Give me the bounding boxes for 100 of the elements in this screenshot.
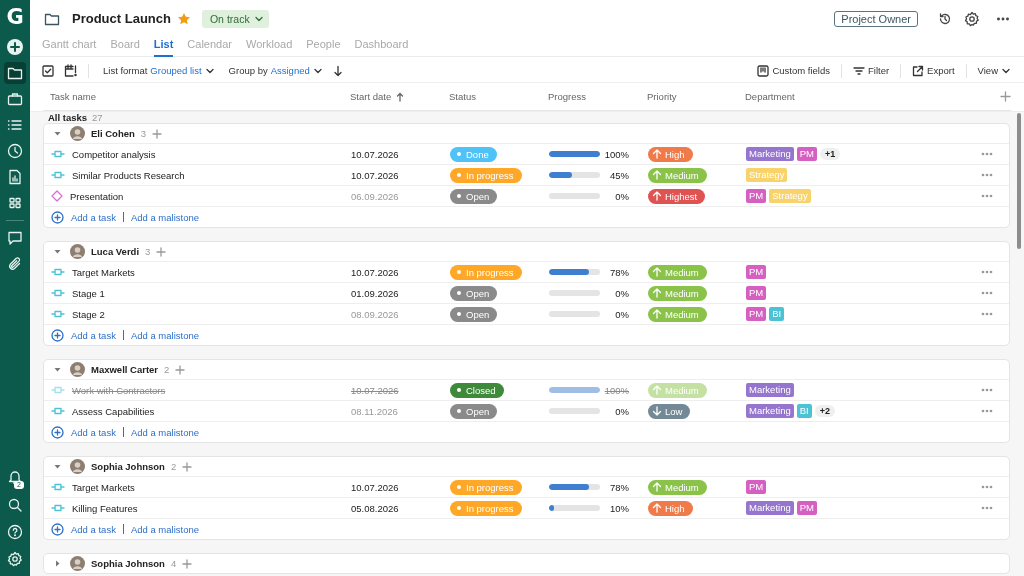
- add-circle-icon[interactable]: [51, 328, 64, 342]
- add-link[interactable]: Add a task: [71, 211, 116, 223]
- app-logo[interactable]: G: [6, 6, 24, 28]
- status-dot: [457, 485, 461, 489]
- task-name[interactable]: Stage 1: [72, 287, 105, 299]
- priority-badge[interactable]: High: [648, 146, 693, 162]
- add-link[interactable]: Add a malistone: [130, 329, 199, 341]
- plus-icon[interactable]: [152, 128, 163, 139]
- progress-percent: 100%: [603, 148, 629, 160]
- task-count: 3: [145, 246, 151, 257]
- history-icon[interactable]: [938, 11, 952, 26]
- star-icon[interactable]: [176, 11, 191, 26]
- row-menu-icon[interactable]: [981, 194, 993, 198]
- add-circle-icon[interactable]: [51, 522, 64, 536]
- progress-percent: 0%: [614, 190, 629, 202]
- view-tab[interactable]: List: [153, 37, 174, 57]
- caret-down-icon[interactable]: [53, 365, 62, 374]
- row-menu-icon[interactable]: [981, 485, 993, 489]
- column-header[interactable]: Priority: [647, 91, 677, 102]
- row-menu-icon[interactable]: [981, 312, 993, 316]
- add-column-icon[interactable]: [1000, 91, 1011, 102]
- status-badge[interactable]: Open: [450, 306, 498, 322]
- column-header[interactable]: Status: [449, 91, 476, 102]
- task-name[interactable]: Stage 2: [72, 308, 105, 320]
- status-label: In progress: [466, 481, 514, 493]
- columns-icon: [757, 64, 770, 77]
- plus-icon[interactable]: [182, 558, 193, 569]
- add-link[interactable]: Add a malistone: [130, 211, 199, 223]
- arrow-down-icon[interactable]: [332, 64, 343, 77]
- caret-down-icon[interactable]: [53, 247, 62, 256]
- start-date: 10.07.2026: [351, 266, 399, 278]
- status-dot: [457, 194, 461, 198]
- start-date: 08.09.2026: [351, 308, 399, 320]
- status-dropdown[interactable]: On track: [201, 9, 269, 28]
- column-header[interactable]: Start date: [350, 91, 392, 102]
- caret-right-icon[interactable]: [53, 559, 62, 568]
- row-menu-icon[interactable]: [981, 291, 993, 295]
- priority-label: High: [665, 502, 685, 514]
- plus-circle-icon[interactable]: [4, 36, 26, 58]
- task-name[interactable]: Target Markets: [72, 481, 135, 493]
- task-name[interactable]: Target Markets: [72, 266, 135, 278]
- task-name[interactable]: Assess Capabilities: [72, 405, 155, 417]
- row-menu-icon[interactable]: [981, 173, 993, 177]
- scrollbar[interactable]: [1017, 113, 1021, 249]
- add-link[interactable]: Add a malistone: [130, 523, 199, 535]
- row-menu-icon[interactable]: [981, 270, 993, 274]
- row-menu-icon[interactable]: [981, 152, 993, 156]
- checkbox-icon[interactable]: [42, 64, 54, 77]
- settings-icon[interactable]: [964, 10, 980, 27]
- status-badge[interactable]: Open: [450, 285, 498, 301]
- row-menu-icon[interactable]: [981, 409, 993, 413]
- add-link[interactable]: Add a task: [71, 329, 116, 341]
- priority-badge[interactable]: Highest: [648, 188, 706, 204]
- plus-icon[interactable]: [175, 364, 186, 375]
- status-badge[interactable]: Open: [450, 403, 498, 419]
- more-count[interactable]: +2: [814, 405, 835, 417]
- role-button[interactable]: Project Owner: [834, 10, 918, 27]
- progress-percent: 78%: [609, 481, 629, 493]
- row-menu-icon[interactable]: [981, 506, 993, 510]
- column-header[interactable]: Task name: [50, 91, 96, 102]
- task-name[interactable]: Killing Features: [72, 502, 138, 514]
- task-name[interactable]: Presentation: [70, 190, 124, 202]
- task-name[interactable]: Work with Contractors: [72, 384, 166, 396]
- priority-label: Low: [665, 405, 683, 417]
- arrow-up-icon: [652, 385, 662, 395]
- view-button[interactable]: View: [976, 65, 1012, 76]
- export-button[interactable]: Export: [911, 64, 956, 77]
- status-badge[interactable]: Open: [450, 188, 498, 204]
- task-name[interactable]: Similar Products Research: [72, 169, 185, 181]
- caret-down-icon[interactable]: [53, 129, 62, 138]
- priority-badge[interactable]: Low: [648, 403, 691, 419]
- more-count[interactable]: +1: [819, 148, 841, 160]
- add-circle-icon[interactable]: [51, 210, 64, 224]
- caret-down-icon[interactable]: [53, 462, 62, 471]
- add-circle-icon[interactable]: [51, 425, 64, 439]
- column-header[interactable]: Progress: [548, 91, 586, 102]
- add-link[interactable]: Add a task: [71, 523, 116, 535]
- filter-button[interactable]: Filter: [852, 64, 891, 77]
- column-header[interactable]: Department: [745, 91, 795, 102]
- status-dot: [457, 409, 461, 413]
- custom-fields-button[interactable]: Custom fields: [756, 64, 831, 77]
- start-date: 01.09.2026: [351, 287, 399, 299]
- assignee-name: Sophia Johnson: [91, 461, 165, 472]
- priority-badge[interactable]: High: [648, 500, 693, 516]
- plus-icon[interactable]: [156, 246, 167, 257]
- add-link[interactable]: Add a malistone: [130, 426, 199, 438]
- calendar-alert-icon[interactable]: [64, 64, 78, 77]
- department-tag: PM: [746, 307, 767, 321]
- task-name[interactable]: Competitor analysis: [72, 148, 156, 160]
- add-link[interactable]: Add a task: [71, 426, 116, 438]
- list-format-dropdown[interactable]: List format Grouped list: [103, 65, 215, 76]
- row-menu-icon[interactable]: [981, 388, 993, 392]
- group-by-dropdown[interactable]: Group by Assigned: [228, 65, 323, 76]
- status-dot: [457, 506, 461, 510]
- avatar: [70, 556, 85, 571]
- plus-icon[interactable]: [182, 461, 193, 472]
- progress-percent: 78%: [609, 266, 629, 278]
- sort-arrow-icon[interactable]: [396, 91, 405, 102]
- status-badge[interactable]: Closed: [450, 382, 504, 398]
- folder-icon[interactable]: [4, 62, 26, 84]
